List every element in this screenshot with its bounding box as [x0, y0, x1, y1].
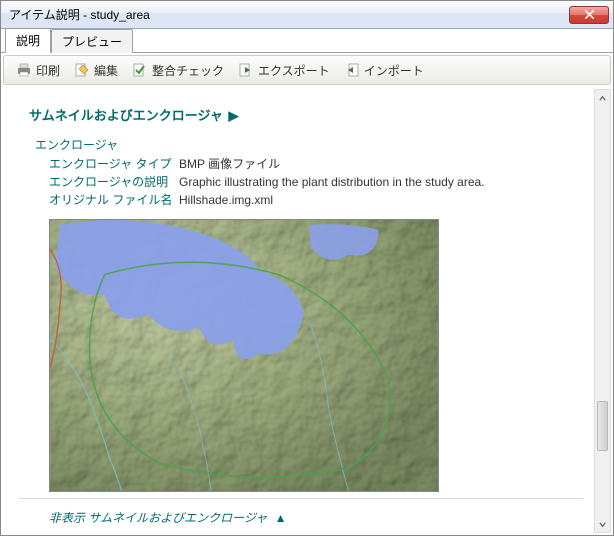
import-button[interactable]: インポート	[338, 59, 430, 82]
export-button[interactable]: エクスポート	[232, 59, 336, 82]
print-label: 印刷	[36, 62, 60, 79]
validate-button[interactable]: 整合チェック	[126, 59, 230, 82]
import-icon	[344, 62, 360, 78]
label-enclosure-desc: エンクロージャの説明	[49, 173, 179, 191]
close-icon	[585, 10, 594, 19]
enclosure-heading: エンクロージャ	[35, 136, 583, 153]
check-icon	[132, 62, 148, 78]
window-title: アイテム説明 - study_area	[9, 6, 569, 23]
tab-strip: 説明 プレビュー	[1, 29, 613, 53]
edit-button[interactable]: 編集	[68, 59, 124, 82]
scroll-viewport: サムネイルおよびエンクロージャ ▶ エンクロージャ エンクロージャ タイプ BM…	[9, 93, 591, 533]
tab-preview[interactable]: プレビュー	[51, 29, 133, 53]
toolbar: 印刷 編集 整合チェック エクスポート インポート	[3, 55, 611, 85]
row-original-filename: オリジナル ファイル名 Hillshade.img.xml	[49, 191, 583, 209]
hide-label: 非表示 サムネイルおよびエンクロージャ	[49, 511, 267, 525]
scroll-thumb[interactable]	[597, 401, 608, 451]
export-icon	[238, 62, 254, 78]
value-enclosure-type: BMP 画像ファイル	[179, 155, 280, 173]
section-title: サムネイルおよびエンクロージャ	[29, 108, 223, 123]
print-button[interactable]: 印刷	[10, 59, 66, 82]
vertical-scrollbar[interactable]	[594, 89, 611, 533]
value-original-filename: Hillshade.img.xml	[179, 191, 273, 209]
label-original-filename: オリジナル ファイル名	[49, 191, 179, 209]
expand-arrow-icon: ▶	[228, 108, 238, 123]
row-enclosure-type: エンクロージャ タイプ BMP 画像ファイル	[49, 155, 583, 173]
label-enclosure-type: エンクロージャ タイプ	[49, 155, 179, 173]
separator	[19, 498, 583, 499]
validate-label: 整合チェック	[152, 62, 224, 79]
scroll-down-button[interactable]	[595, 516, 610, 532]
thumbnail-image	[49, 219, 439, 492]
content-area: サムネイルおよびエンクロージャ ▶ エンクロージャ エンクロージャ タイプ BM…	[1, 87, 613, 535]
chevron-up-icon	[598, 94, 607, 103]
chevron-down-icon	[598, 520, 607, 529]
close-button[interactable]	[569, 6, 609, 24]
hide-section-link[interactable]: 非表示 サムネイルおよびエンクロージャ ▲	[49, 509, 583, 526]
edit-icon	[74, 62, 90, 78]
import-label: インポート	[364, 62, 424, 79]
titlebar: アイテム説明 - study_area	[1, 1, 613, 29]
edit-label: 編集	[94, 62, 118, 79]
row-enclosure-desc: エンクロージャの説明 Graphic illustrating the plan…	[49, 173, 583, 191]
section-thumbnails-heading[interactable]: サムネイルおよびエンクロージャ ▶	[29, 105, 583, 124]
tab-description[interactable]: 説明	[5, 28, 51, 53]
scroll-track[interactable]	[595, 106, 610, 516]
value-enclosure-desc: Graphic illustrating the plant distribut…	[179, 173, 485, 191]
collapse-arrow-icon: ▲	[275, 511, 287, 525]
print-icon	[16, 62, 32, 78]
scroll-up-button[interactable]	[595, 90, 610, 106]
export-label: エクスポート	[258, 62, 330, 79]
